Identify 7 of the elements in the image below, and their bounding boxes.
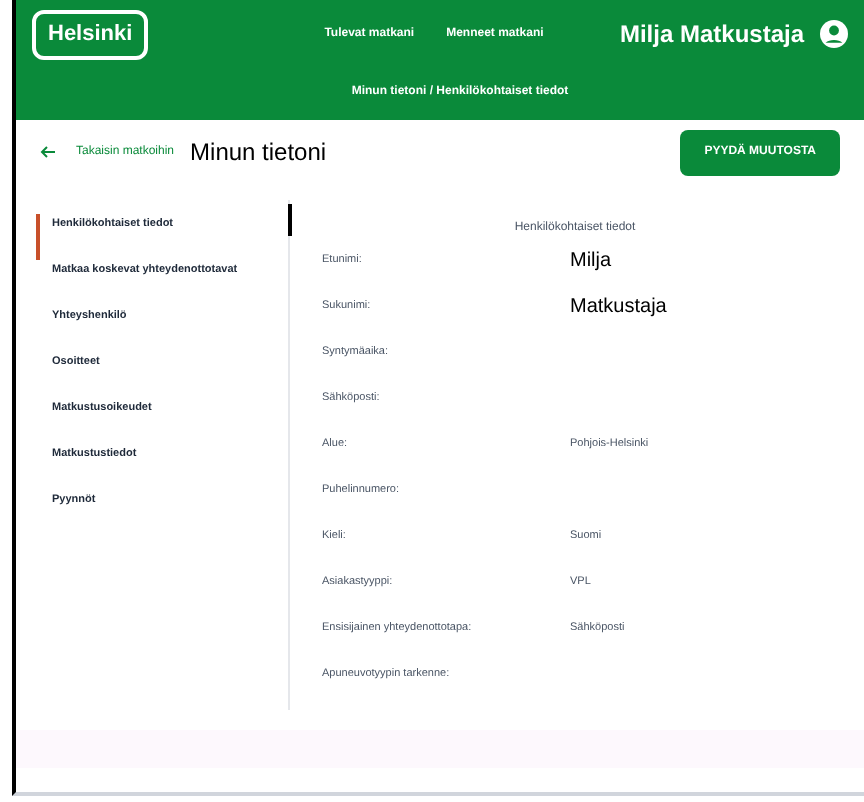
user-name[interactable]: Milja Matkustaja	[619, 16, 804, 53]
user-icon[interactable]	[820, 20, 848, 49]
page-title: Minun tietoni	[190, 136, 327, 170]
back-arrow-icon	[40, 146, 56, 158]
field-value: Milja	[570, 248, 612, 276]
logo[interactable]: Helsinki	[32, 10, 149, 59]
field-value: Matkustaja	[570, 294, 667, 322]
